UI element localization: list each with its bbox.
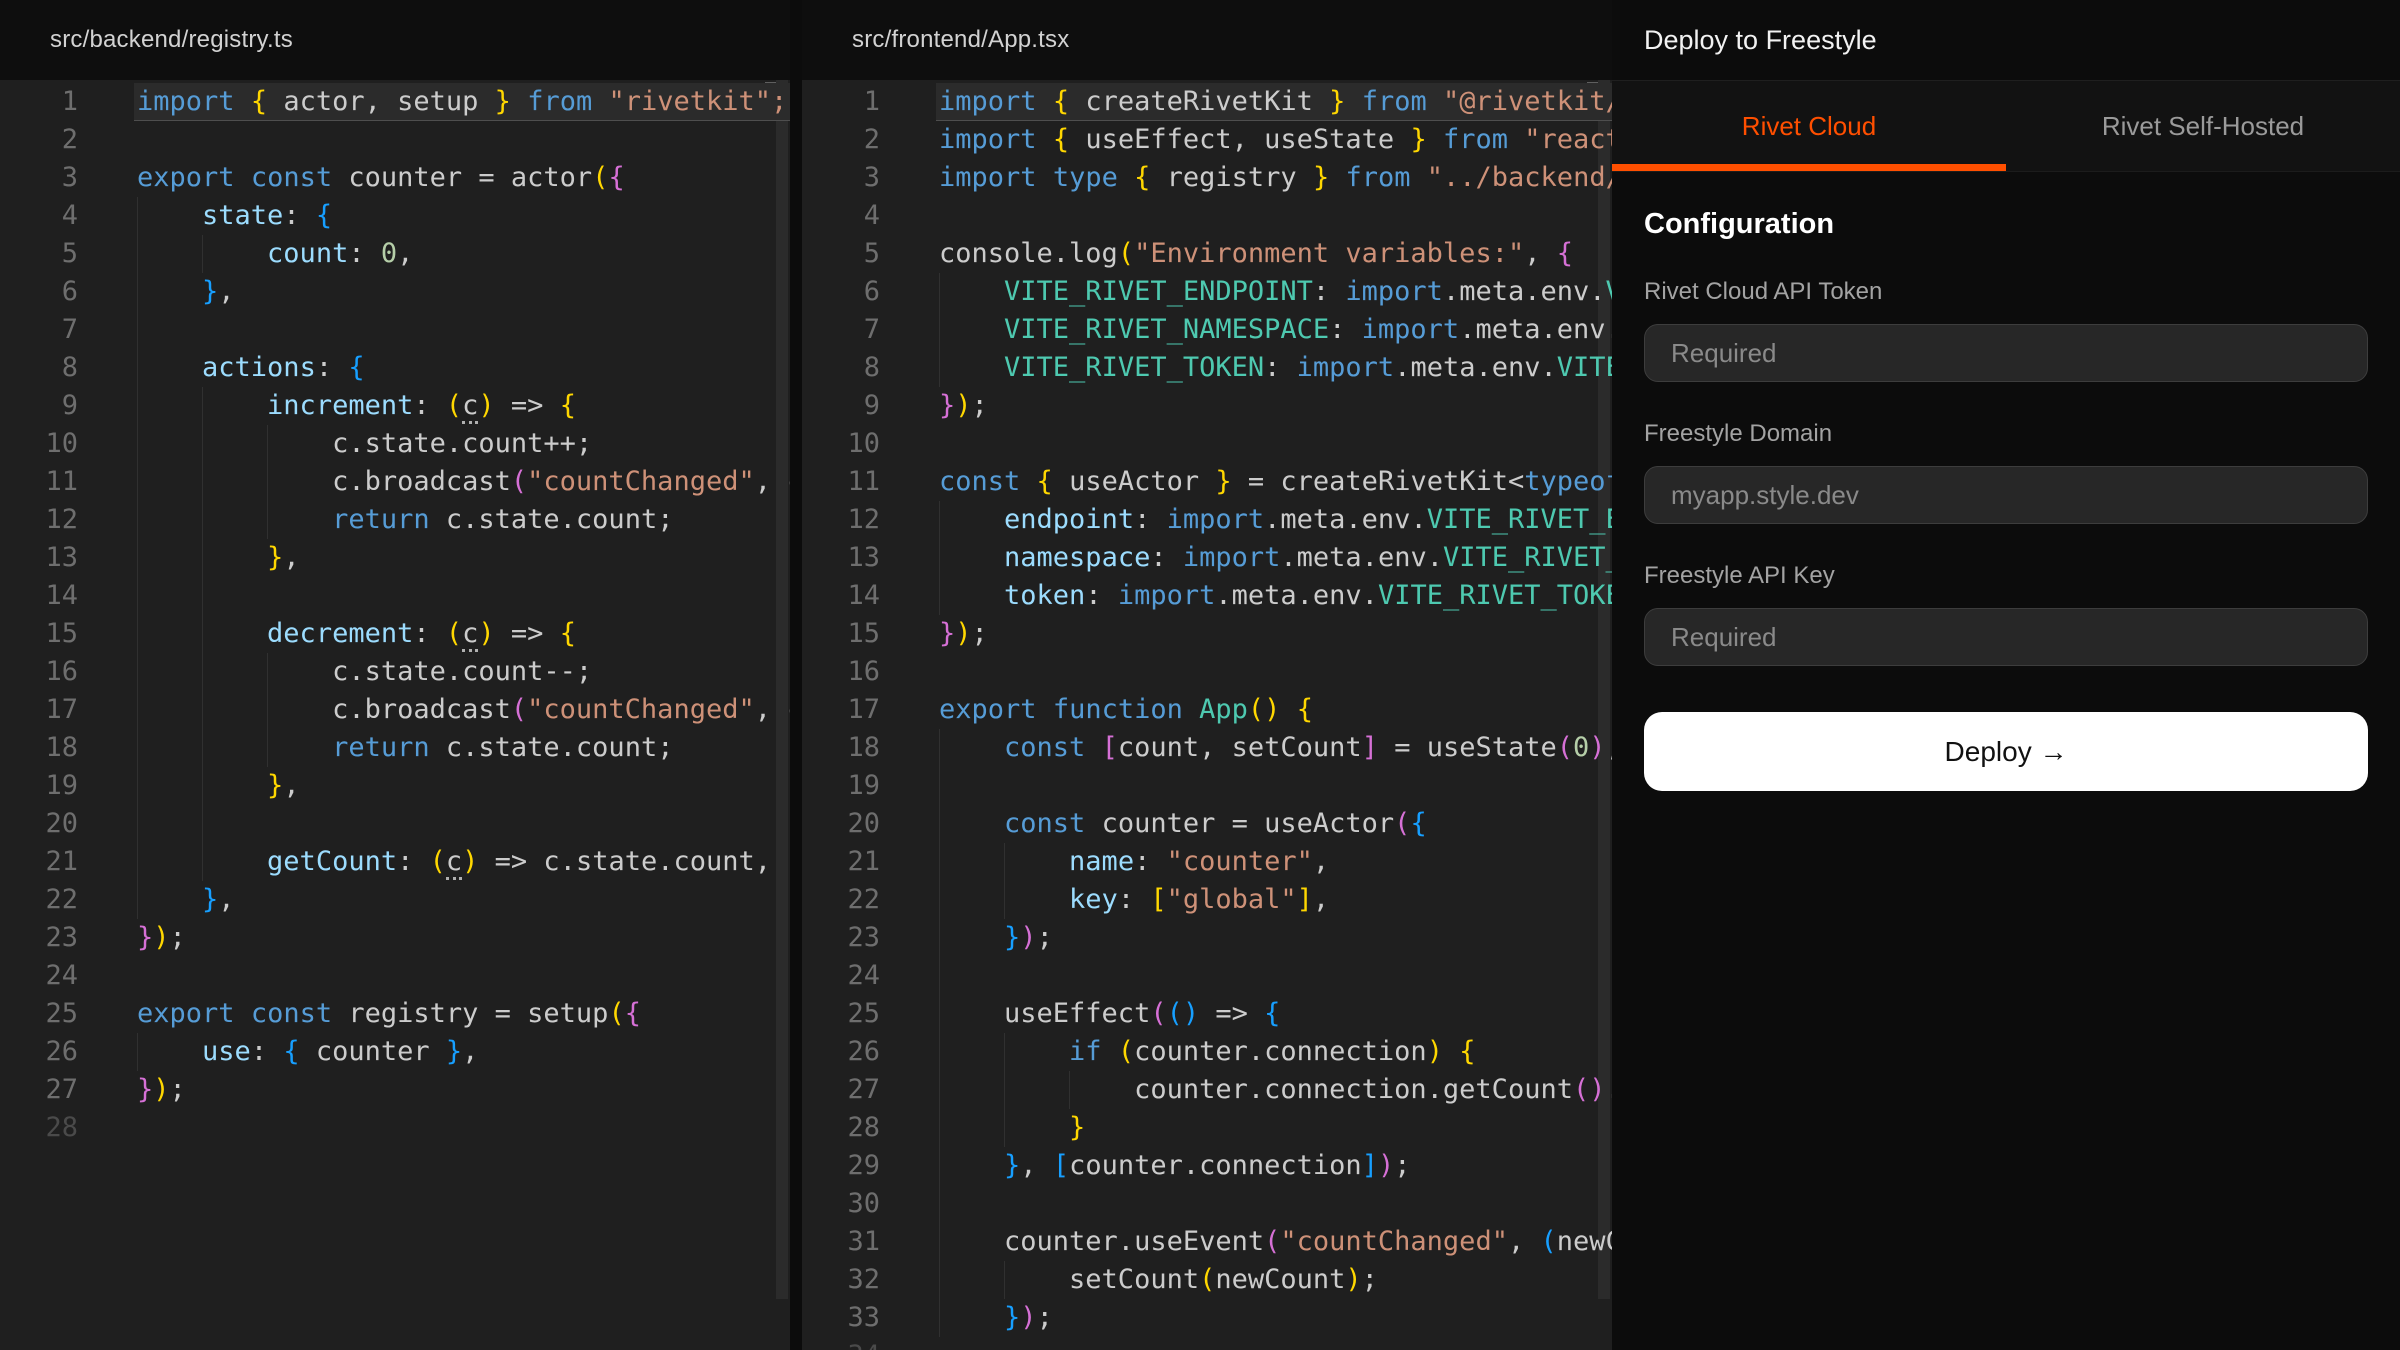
code-line: 27 counter.connection.getCount().then(se… (802, 1071, 1612, 1109)
freestyle-api-key-input[interactable] (1644, 608, 2368, 666)
code-line: 13 namespace: import.meta.env.VITE_RIVET… (802, 539, 1612, 577)
code-line: 7 VITE_RIVET_NAMESPACE: import.meta.env.… (802, 311, 1612, 349)
deploy-button[interactable]: Deploy → (1644, 712, 2368, 791)
code-line: 24 (802, 957, 1612, 995)
file-tab-registry[interactable]: src/backend/registry.ts (0, 0, 790, 80)
code-line: 20 (0, 805, 790, 843)
code-line: 2import { useEffect, useState } from "re… (802, 121, 1612, 159)
file-tab-label: src/backend/registry.ts (50, 26, 293, 54)
editor-panel-registry: src/backend/registry.ts 1import { actor,… (0, 0, 790, 1350)
code-line: 14 (0, 577, 790, 615)
deploy-panel-header: Deploy to Freestyle (1612, 0, 2400, 80)
freestyle-domain-input[interactable] (1644, 466, 2368, 524)
code-line: 17 c.broadcast("countChanged", c.state.c… (0, 691, 790, 729)
code-line: 19 }, (0, 767, 790, 805)
code-line: 21 name: "counter", (802, 843, 1612, 881)
deploy-panel: Deploy to Freestyle Rivet Cloud Rivet Se… (1612, 0, 2400, 1350)
code-line: 12 endpoint: import.meta.env.VITE_RIVET_… (802, 501, 1612, 539)
code-line: 10 c.state.count++; (0, 425, 790, 463)
code-line: 33 }); (802, 1299, 1612, 1337)
configuration-heading: Configuration (1644, 208, 2368, 240)
file-tab-label: src/frontend/App.tsx (852, 26, 1069, 54)
code-line: 9 increment: (c) => { (0, 387, 790, 425)
code-line: 25 useEffect(() => { (802, 995, 1612, 1033)
code-line: 6 VITE_RIVET_ENDPOINT: import.meta.env.V… (802, 273, 1612, 311)
code-line: 21 getCount: (c) => c.state.count, (0, 843, 790, 881)
freestyle-domain-label: Freestyle Domain (1644, 420, 2368, 448)
tab-label: Rivet Cloud (1742, 111, 1876, 142)
code-line: 34 (802, 1337, 1612, 1350)
code-line: 3export const counter = actor({ (0, 159, 790, 197)
code-line: 26 use: { counter }, (0, 1033, 790, 1071)
code-line: 17export function App() { (802, 691, 1612, 729)
code-line: 26 if (counter.connection) { (802, 1033, 1612, 1071)
code-line: 28 } (802, 1109, 1612, 1147)
code-line: 13 }, (0, 539, 790, 577)
code-line: 11 c.broadcast("countChanged", c.state.c… (0, 463, 790, 501)
code-line: 24 (0, 957, 790, 995)
code-line: 32 setCount(newCount); (802, 1261, 1612, 1299)
rivet-cloud-api-token-input[interactable] (1644, 324, 2368, 382)
deploy-tabs: Rivet Cloud Rivet Self-Hosted (1612, 80, 2400, 172)
code-line: 15 decrement: (c) => { (0, 615, 790, 653)
code-line: 23 }); (802, 919, 1612, 957)
file-tab-app[interactable]: src/frontend/App.tsx (802, 0, 1612, 80)
tab-rivet-cloud[interactable]: Rivet Cloud (1612, 81, 2006, 171)
code-line: 22 key: ["global"], (802, 881, 1612, 919)
code-line: 29 }, [counter.connection]); (802, 1147, 1612, 1185)
code-line: 31 counter.useEvent("countChanged", (new… (802, 1223, 1612, 1261)
code-line: 27}); (0, 1071, 790, 1109)
code-line: 11const { useActor } = createRivetKit<ty… (802, 463, 1612, 501)
tab-rivet-self-hosted[interactable]: Rivet Self-Hosted (2006, 81, 2400, 171)
editor-panel-app: src/frontend/App.tsx 1import { createRiv… (802, 0, 1612, 1350)
code-line: 6 }, (0, 273, 790, 311)
freestyle-api-key-label: Freestyle API Key (1644, 562, 2368, 590)
deploy-panel-content: Configuration Rivet Cloud API Token Free… (1612, 208, 2400, 791)
rivet-cloud-api-token-label: Rivet Cloud API Token (1644, 278, 2368, 306)
code-line: 18 const [count, setCount] = useState(0)… (802, 729, 1612, 767)
code-line: 5 count: 0, (0, 235, 790, 273)
code-line: 16 c.state.count--; (0, 653, 790, 691)
code-line: 22 }, (0, 881, 790, 919)
code-line: 19 (802, 767, 1612, 805)
deploy-panel-title: Deploy to Freestyle (1644, 25, 1877, 56)
code-line: 4 state: { (0, 197, 790, 235)
code-line: 2 (0, 121, 790, 159)
code-line: 5console.log("Environment variables:", { (802, 235, 1612, 273)
code-line: 14 token: import.meta.env.VITE_RIVET_TOK… (802, 577, 1612, 615)
code-line: 12 return c.state.count; (0, 501, 790, 539)
code-line: 30 (802, 1185, 1612, 1223)
code-line: 15}); (802, 615, 1612, 653)
code-line: 8 actions: { (0, 349, 790, 387)
code-body-middle[interactable]: 1import { createRivetKit } from "@rivetk… (802, 80, 1612, 1350)
code-line: 3import type { registry } from "../backe… (802, 159, 1612, 197)
code-line: 20 const counter = useActor({ (802, 805, 1612, 843)
code-line: 28 (0, 1109, 790, 1147)
code-line: 25export const registry = setup({ (0, 995, 790, 1033)
code-line: 4 (802, 197, 1612, 235)
code-line: 1import { actor, setup } from "rivetkit"… (0, 83, 790, 121)
code-line: 8 VITE_RIVET_TOKEN: import.meta.env.VITE… (802, 349, 1612, 387)
code-line: 9}); (802, 387, 1612, 425)
code-body-left[interactable]: 1import { actor, setup } from "rivetkit"… (0, 80, 790, 1350)
code-line: 1import { createRivetKit } from "@rivetk… (802, 83, 1612, 121)
code-line: 23}); (0, 919, 790, 957)
code-line: 16 (802, 653, 1612, 691)
tab-label: Rivet Self-Hosted (2102, 111, 2304, 142)
code-line: 10 (802, 425, 1612, 463)
code-line: 7 (0, 311, 790, 349)
code-line: 18 return c.state.count; (0, 729, 790, 767)
